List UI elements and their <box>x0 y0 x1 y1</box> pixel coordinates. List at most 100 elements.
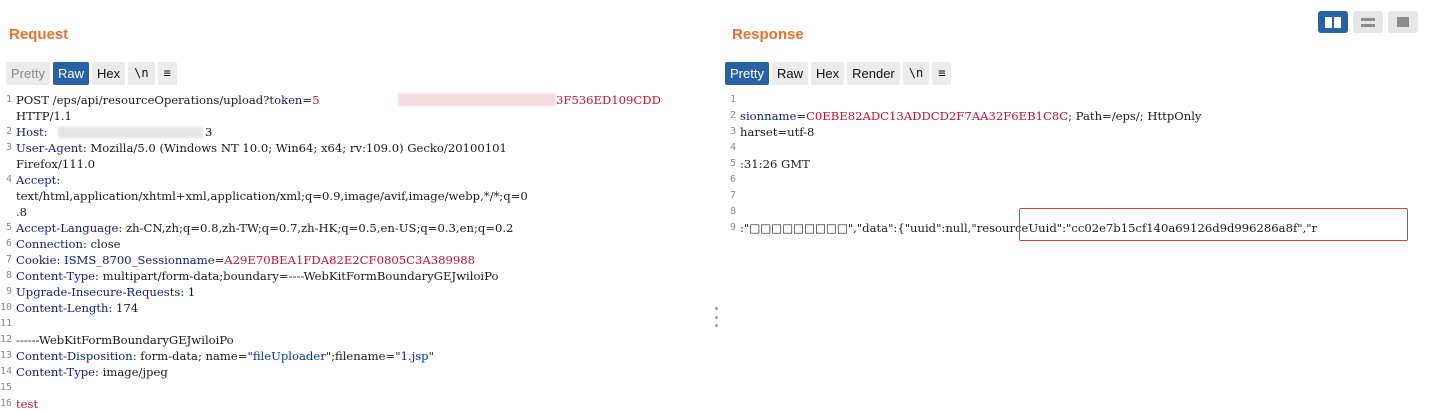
code-line: 13 Content-Disposition: form-data; name="… <box>0 349 712 363</box>
code-token: ; Path=/eps/; HttpOnly <box>1068 109 1202 123</box>
code-token: : form-data; name=" <box>132 349 253 363</box>
code-text: Content-Type: image/jpeg <box>16 365 168 379</box>
line-number: 1 <box>729 94 736 105</box>
code-token: Host <box>16 125 44 139</box>
code-token: Upgrade-Insecure-Requests <box>16 285 181 299</box>
code-token: : close <box>82 237 121 251</box>
code-text: Upgrade-Insecure-Requests: 1 <box>16 285 195 299</box>
tab-render[interactable]: Render <box>847 61 900 85</box>
tab-hex[interactable]: Hex <box>91 61 126 85</box>
layout-switcher <box>1318 11 1418 33</box>
newline-toggle-button[interactable]: \n <box>902 61 930 85</box>
tab-pretty[interactable]: Pretty <box>6 61 50 85</box>
code-token: : <box>43 125 48 139</box>
response-pane: Response Pretty Raw Hex Render \n ≡ 9:"□… <box>724 0 1437 411</box>
code-token: Accept <box>16 173 57 187</box>
code-token: : <box>56 173 61 187</box>
line-number: 1 <box>5 94 12 105</box>
response-editor[interactable]: 9:"□□□□□□□□□","data":{"uuid":null,"resou… <box>724 90 1437 411</box>
code-line: 3 harset=utf-8 <box>724 125 1437 139</box>
code-line: 5 Accept-Language: zh-CN,zh;q=0.8,zh-TW;q… <box>0 221 712 235</box>
code-token: harset=utf-8 <box>740 125 815 139</box>
code-token: :31:26 GMT <box>740 157 810 171</box>
code-token: POST /eps/api/resourceOperations/upload? <box>16 93 270 107</box>
resource-uuid-highlight <box>1019 208 1408 241</box>
menu-icon[interactable]: ≡ <box>157 61 177 85</box>
request-pane: Request Pretty Raw Hex \n ≡ 16 test 15 14 Co… <box>0 0 712 411</box>
line-number: 12 <box>0 334 13 345</box>
code-token: : <box>56 253 65 267</box>
code-token: : 174 <box>108 301 139 315</box>
code-line: text/html,application/xhtml+xml,applicat… <box>0 189 712 203</box>
grip-dot <box>714 324 718 327</box>
code-token: : image/jpeg <box>95 365 168 379</box>
pane-divider-handle[interactable] <box>711 307 721 327</box>
code-line: 16 test <box>0 397 712 411</box>
rows-layout-icon[interactable] <box>1353 11 1383 33</box>
token-tail-fragment: 3F536ED109CDD <box>556 93 661 107</box>
code-text: Accept: <box>16 173 60 187</box>
line-number: 13 <box>0 350 13 361</box>
code-text: Cookie: ISMS_8700_Sessionname=A29E70BEA1… <box>16 253 475 267</box>
code-token: = <box>796 109 807 123</box>
code-text: ------WebKitFormBoundaryGEJwiloiPo <box>16 333 234 347</box>
code-line: 3 User-Agent: Mozilla/5.0 (Windows NT 10.… <box>0 141 712 155</box>
line-number: 6 <box>729 174 736 185</box>
line-number: 14 <box>0 366 13 377</box>
code-token: C0EBE82ADC13ADDCD2F7AA32F6EB1C8C <box>806 109 1069 123</box>
tab-hex[interactable]: Hex <box>810 61 845 85</box>
line-number: 2 <box>5 126 12 137</box>
code-line: HTTP/1.1 <box>0 109 712 123</box>
request-view-tabs: Pretty Raw Hex \n ≡ <box>6 61 177 85</box>
code-text: Accept-Language: zh-CN,zh;q=0.8,zh-TW;q=… <box>16 221 513 235</box>
response-title: Response <box>732 26 804 43</box>
code-text: HTTP/1.1 <box>16 109 72 123</box>
code-line: 15 <box>0 381 712 395</box>
tab-pretty[interactable]: Pretty <box>725 61 769 85</box>
line-number: 11 <box>0 318 13 329</box>
code-text: sionname=C0EBE82ADC13ADDCD2F7AA32F6EB1C8… <box>740 109 1201 123</box>
code-token: text/html,application/xhtml+xml,applicat… <box>16 189 528 203</box>
line-number: 3 <box>5 142 12 153</box>
code-line: 14 Content-Type: image/jpeg <box>0 365 712 379</box>
redaction-host <box>58 127 203 138</box>
tab-raw[interactable]: Raw <box>52 61 89 85</box>
code-text: .8 <box>16 205 27 219</box>
code-token: : multipart/form-data;boundary=----WebKi… <box>95 269 499 283</box>
code-token: = <box>214 253 225 267</box>
code-line: 11 <box>0 317 712 331</box>
grip-dot <box>714 307 718 310</box>
line-number: 10 <box>0 302 13 313</box>
code-token: sionname <box>740 109 797 123</box>
code-token: Firefox/111.0 <box>16 157 96 171</box>
code-token: 1.jsp <box>400 349 429 363</box>
code-token: 5 <box>312 93 320 107</box>
tab-raw[interactable]: Raw <box>771 61 808 85</box>
code-token: fileUploader <box>252 349 326 363</box>
line-number: 3 <box>729 126 736 137</box>
code-token: .8 <box>16 205 28 219</box>
grip-dot <box>714 315 718 319</box>
code-line: 1 <box>724 93 1437 107</box>
menu-icon[interactable]: ≡ <box>932 61 952 85</box>
code-token: A29E70BEA1FDA82E2CF0805C3A389988 <box>224 253 475 267</box>
line-number: 9 <box>5 286 12 297</box>
line-number: 7 <box>729 190 736 201</box>
response-view-tabs: Pretty Raw Hex Render \n ≡ <box>725 61 952 85</box>
newline-toggle-button[interactable]: \n <box>128 61 155 85</box>
code-line: .8 <box>0 205 712 219</box>
code-token: token <box>269 93 303 107</box>
line-number: 6 <box>5 238 12 249</box>
code-line: 4 <box>724 141 1437 155</box>
line-number: 2 <box>729 110 736 121</box>
code-token: : zh-CN,zh;q=0.8,zh-TW;q=0.7,zh-HK;q=0.5… <box>118 221 514 235</box>
single-pane-layout-icon[interactable] <box>1388 11 1418 33</box>
code-token: Content-Length <box>16 301 109 315</box>
code-line: Firefox/111.0 <box>0 157 712 171</box>
code-line: 5:31:26 GMT <box>724 157 1437 171</box>
code-token: Cookie <box>16 253 57 267</box>
request-editor[interactable]: 16 test 15 14 Content-Type: image/jpeg 13 Cont… <box>0 90 712 411</box>
columns-layout-icon[interactable] <box>1318 11 1348 33</box>
line-number: 7 <box>5 254 12 265</box>
code-text: test <box>16 397 38 411</box>
